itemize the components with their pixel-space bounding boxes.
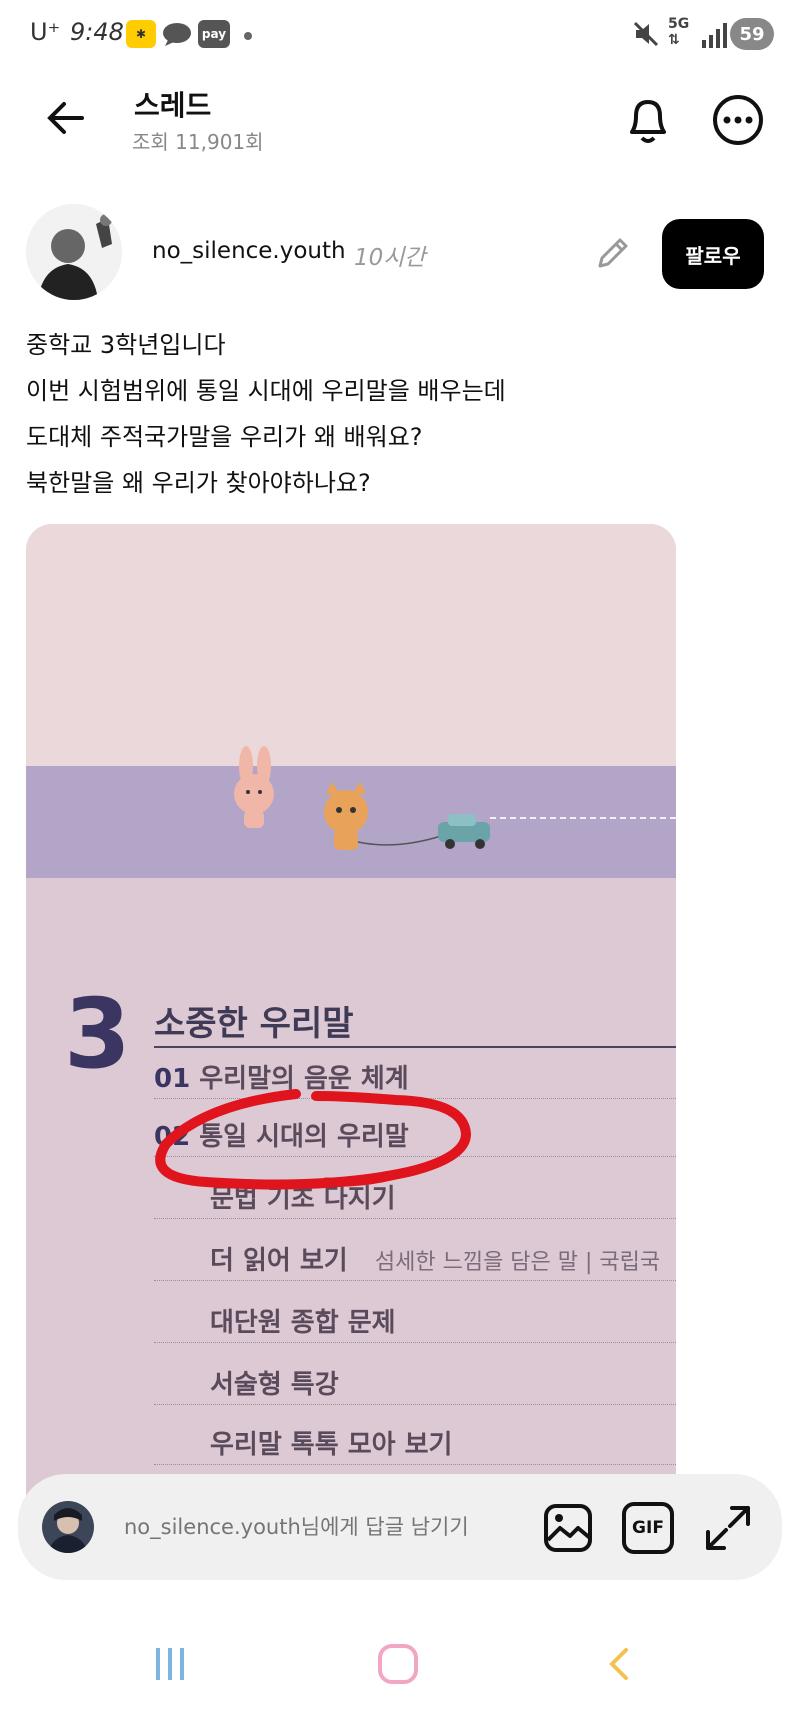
page-title: 스레드 (134, 89, 212, 122)
image-attach-button[interactable] (542, 1502, 594, 1554)
network-type: 5G ⇅ (668, 16, 690, 48)
toc-item: 대단원 종합 문제 (210, 1308, 396, 1338)
arrow-left-icon (47, 102, 84, 134)
expand-icon (706, 1506, 750, 1550)
chat-bubble-icon (162, 22, 192, 46)
post-line: 중학교 3학년입니다 (26, 331, 226, 359)
more-icon (713, 95, 763, 145)
chapter-title: 소중한 우리말 (154, 1004, 354, 1044)
back-nav-button[interactable] (590, 1634, 650, 1694)
pencil-icon (598, 238, 628, 268)
mute-icon (632, 20, 660, 48)
view-count: 조회 11,901회 (132, 130, 264, 154)
post-line: 도대체 주적국가말을 우리가 왜 배워요? (26, 423, 423, 451)
notification-button[interactable] (622, 92, 674, 148)
divider (154, 1342, 676, 1343)
current-user-avatar (42, 1501, 94, 1553)
red-highlight-circle (155, 1089, 472, 1190)
chapter-rule (154, 1046, 676, 1048)
battery-indicator: 59 (730, 18, 774, 50)
post-time: 10시간 (354, 245, 426, 271)
reply-bar: GIF (18, 1474, 782, 1580)
author-username[interactable]: no_silence.youth (152, 238, 346, 264)
follow-button[interactable]: 팔로우 (662, 219, 764, 289)
reply-input[interactable] (122, 1506, 536, 1548)
gif-button[interactable]: GIF (622, 1502, 674, 1554)
recent-apps-icon (156, 1648, 184, 1680)
home-icon (378, 1644, 418, 1684)
expand-button[interactable] (702, 1502, 754, 1554)
post-line: 북한말을 왜 우리가 찾아야하나요? (26, 469, 371, 497)
toc-item: 우리말 톡톡 모아 보기 (210, 1430, 453, 1460)
notification-dot-icon (244, 32, 252, 40)
carrier-label: U⁺ (30, 18, 61, 46)
post-photo[interactable]: 3 소중한 우리말 01 우리말의 음운 체계 02 통일 시대의 우리말 문법… (26, 524, 676, 1574)
more-options-button[interactable] (712, 94, 764, 146)
pay-app-icon: pay (198, 20, 230, 48)
cartoon-characters (234, 746, 490, 850)
clock: 9:48 (70, 18, 124, 46)
divider (154, 1464, 676, 1465)
kakaobank-icon: ✱ (126, 20, 156, 48)
divider (154, 1404, 676, 1405)
divider (154, 1280, 676, 1281)
toc-item: 서술형 특강 (210, 1370, 339, 1400)
back-button[interactable] (40, 92, 92, 144)
toc-item: 더 읽어 보기 섬세한 느낌을 담은 말 | 국립국 (210, 1246, 661, 1276)
dashed-road (490, 817, 676, 819)
edit-button[interactable] (592, 234, 632, 274)
status-bar: U⁺ 9:48 ✱ pay 5G ⇅ 59 (0, 0, 800, 70)
chevron-left-icon (609, 1648, 628, 1680)
image-icon (544, 1504, 592, 1552)
signal-icon (700, 22, 728, 48)
post-line: 이번 시험범위에 통일 시대에 우리말을 배우는데 (26, 377, 506, 405)
author-avatar[interactable] (26, 204, 122, 300)
bell-icon (630, 100, 666, 143)
recent-apps-button[interactable] (140, 1634, 200, 1694)
post-body: 중학교 3학년입니다 이번 시험범위에 통일 시대에 우리말을 배우는데 도대체… (26, 322, 766, 506)
chapter-number: 3 (64, 978, 131, 1090)
home-button[interactable] (366, 1632, 430, 1696)
